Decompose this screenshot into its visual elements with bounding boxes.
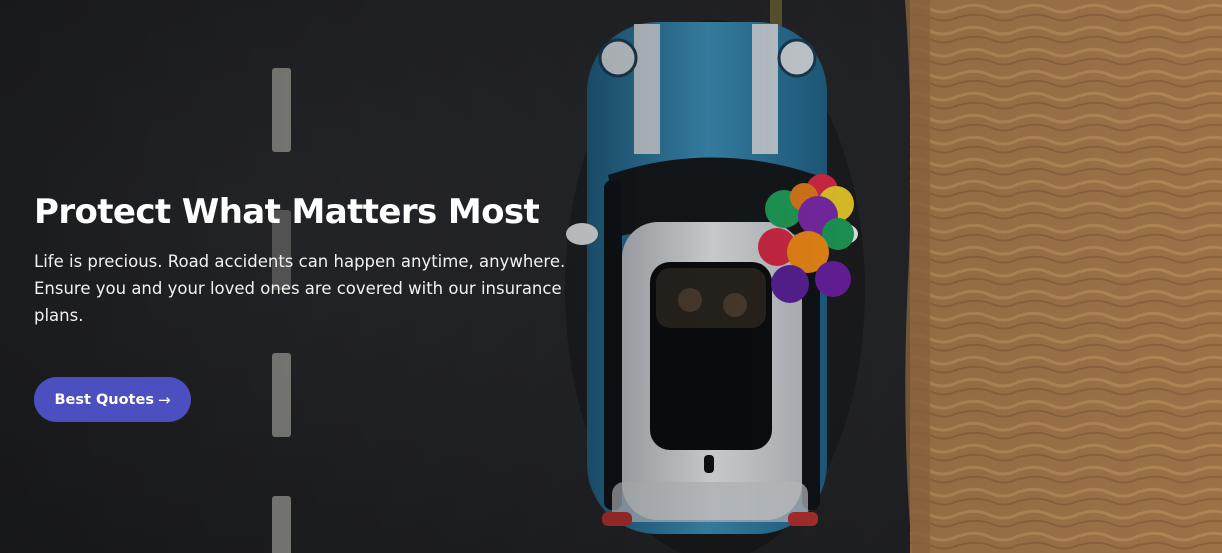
- right-arrow-icon: →: [157, 390, 171, 409]
- best-quotes-button[interactable]: Best Quotes →: [34, 377, 191, 422]
- hero-title: Protect What Matters Most: [34, 192, 540, 232]
- hero-section: Protect What Matters Most Life is precio…: [0, 0, 1222, 553]
- car-top-view: [566, 22, 858, 534]
- hero-description: Life is precious. Road accidents can hap…: [34, 252, 566, 325]
- hero-content: Protect What Matters Most Life is precio…: [34, 190, 594, 329]
- sand-shoulder: [910, 0, 1222, 553]
- best-quotes-label: Best Quotes: [54, 391, 154, 408]
